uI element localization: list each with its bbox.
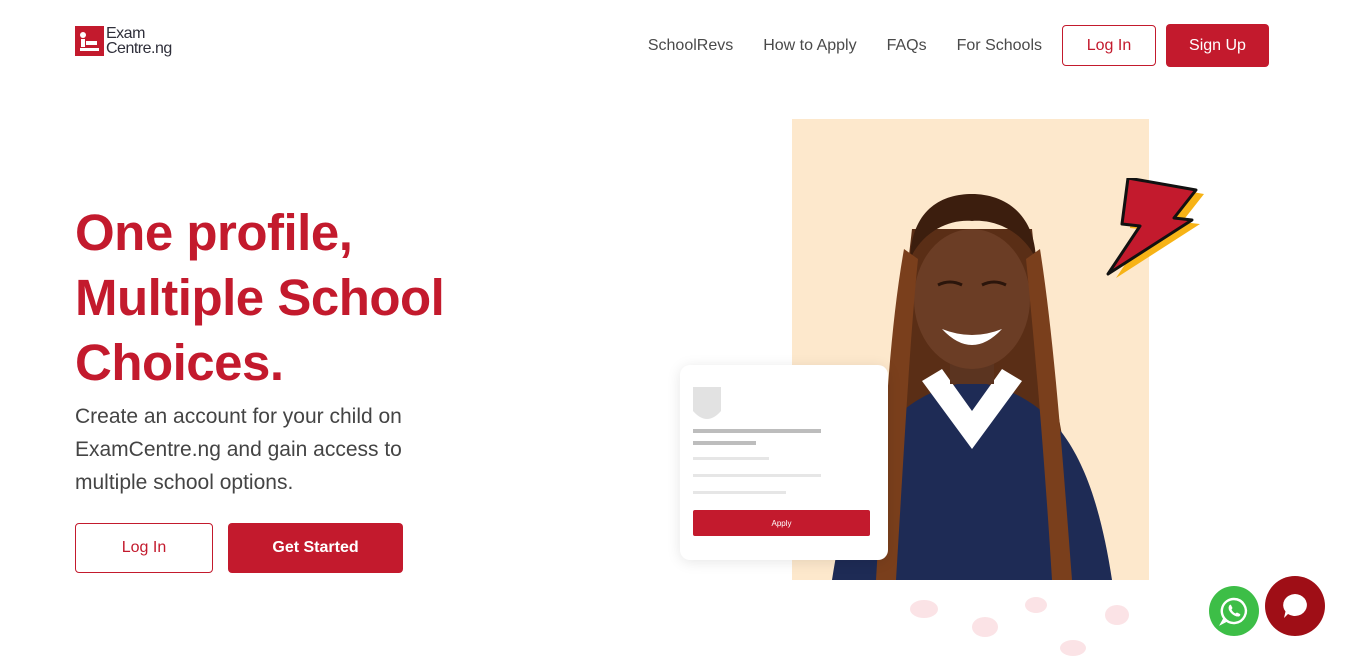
hero-login-button[interactable]: Log In bbox=[75, 523, 213, 573]
hero-title-line1: One profile, bbox=[75, 204, 353, 261]
nav-schoolrevs[interactable]: SchoolRevs bbox=[648, 37, 733, 55]
logo-mark-icon bbox=[75, 26, 104, 56]
lightning-bolt-icon bbox=[1104, 176, 1208, 287]
get-started-button[interactable]: Get Started bbox=[228, 523, 403, 573]
header-signup-button[interactable]: Sign Up bbox=[1166, 24, 1269, 67]
header-login-button[interactable]: Log In bbox=[1062, 25, 1156, 66]
chat-button[interactable] bbox=[1265, 576, 1325, 636]
logo-text-centre: Centre.ng bbox=[106, 40, 172, 57]
logo-text-exam: Exam bbox=[106, 25, 145, 42]
decor-blob bbox=[910, 600, 938, 618]
logo[interactable]: Exam Centre.ng bbox=[75, 25, 172, 57]
application-card: Apply bbox=[680, 365, 888, 560]
whatsapp-icon bbox=[1219, 597, 1248, 626]
hero-description: Create an account for your child on Exam… bbox=[75, 405, 402, 494]
decor-blob bbox=[1025, 597, 1047, 613]
card-apply-button[interactable]: Apply bbox=[693, 510, 870, 536]
nav-for-schools[interactable]: For Schools bbox=[957, 37, 1042, 55]
nav-faqs[interactable]: FAQs bbox=[887, 37, 927, 55]
decor-blob bbox=[1060, 640, 1086, 656]
hero-title: One profile, Multiple School Choices. bbox=[75, 200, 595, 395]
decor-blob bbox=[1105, 605, 1129, 625]
card-placeholder-lines bbox=[693, 387, 821, 494]
decor-blob bbox=[972, 617, 998, 637]
main-nav: SchoolRevs How to Apply FAQs For Schools… bbox=[648, 24, 1269, 67]
hero-title-line2: Multiple School bbox=[75, 269, 445, 326]
nav-how-to-apply[interactable]: How to Apply bbox=[763, 37, 856, 55]
hero-title-line3: Choices. bbox=[75, 334, 284, 391]
chat-icon bbox=[1283, 594, 1307, 618]
whatsapp-button[interactable] bbox=[1209, 586, 1259, 636]
